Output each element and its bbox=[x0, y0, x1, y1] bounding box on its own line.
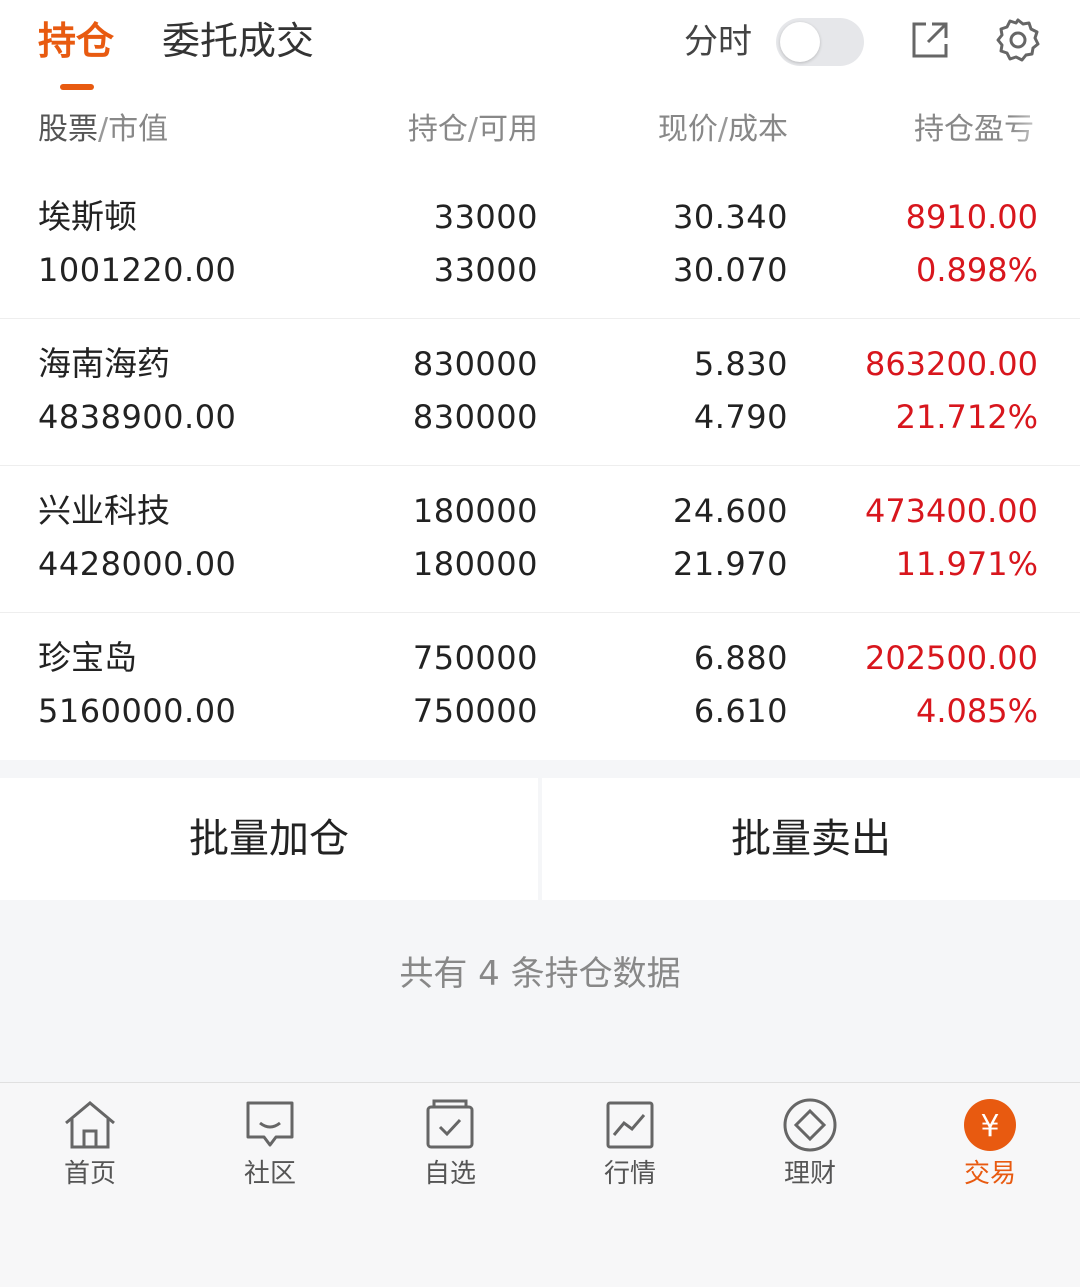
market-value: 1001220.00 bbox=[38, 251, 237, 289]
nav-label: 行情 bbox=[603, 1159, 656, 1189]
cost-price: 4.790 bbox=[693, 398, 788, 436]
holding-qty: 750000 bbox=[412, 639, 538, 677]
header-holding: 持仓 bbox=[407, 112, 468, 147]
position-row[interactable]: 埃斯顿 1001220.00 33000 33000 30.340 30.070… bbox=[0, 172, 1080, 319]
nav-trade[interactable]: ¥ 交易 bbox=[930, 1093, 1050, 1203]
cost-price: 30.070 bbox=[673, 251, 788, 289]
header-price: 现价 bbox=[657, 112, 718, 147]
position-row[interactable]: 兴业科技 4428000.00 180000 180000 24.600 21.… bbox=[0, 466, 1080, 613]
position-row[interactable]: 珍宝岛 5160000.00 750000 750000 6.880 6.610… bbox=[0, 613, 1080, 760]
header-available: 可用 bbox=[478, 112, 538, 147]
home-icon bbox=[65, 1101, 115, 1149]
settings-gear-icon[interactable] bbox=[994, 16, 1042, 64]
fenshi-label: 分时 bbox=[684, 22, 752, 62]
pnl-amount: 8910.00 bbox=[905, 198, 1038, 236]
header-holding-available[interactable]: 持仓/可用 bbox=[408, 110, 538, 150]
available-qty: 180000 bbox=[412, 545, 538, 583]
nav-watchlist[interactable]: 自选 bbox=[390, 1093, 510, 1203]
current-price: 5.830 bbox=[693, 345, 788, 383]
fenshi-toggle[interactable] bbox=[776, 18, 864, 66]
nav-wealth[interactable]: 理财 bbox=[750, 1093, 870, 1203]
column-header-row: 股票/市值 持仓/可用 现价/成本 持仓盈亏 bbox=[0, 96, 1080, 172]
diamond-icon bbox=[783, 1098, 837, 1152]
tab-active-indicator bbox=[60, 84, 94, 90]
header-stock-value[interactable]: 股票/市值 bbox=[38, 110, 168, 150]
stock-name: 海南海药 bbox=[38, 344, 170, 383]
cost-price: 21.970 bbox=[673, 545, 788, 583]
nav-label: 首页 bbox=[63, 1159, 116, 1189]
header-price-cost[interactable]: 现价/成本 bbox=[658, 110, 788, 150]
batch-sell-button[interactable]: 批量卖出 bbox=[542, 778, 1080, 900]
current-price: 30.340 bbox=[673, 198, 788, 236]
holding-qty: 180000 bbox=[412, 492, 538, 530]
stock-name: 埃斯顿 bbox=[38, 197, 137, 236]
stock-name: 珍宝岛 bbox=[38, 638, 137, 677]
chart-icon bbox=[606, 1101, 654, 1149]
batch-actions: 批量加仓 批量卖出 bbox=[0, 778, 1080, 900]
pnl-amount: 202500.00 bbox=[864, 639, 1038, 677]
toggle-knob bbox=[780, 22, 820, 62]
share-icon[interactable] bbox=[906, 16, 954, 64]
pnl-amount: 863200.00 bbox=[864, 345, 1038, 383]
stock-name: 兴业科技 bbox=[38, 491, 170, 530]
top-bar: 持仓 委托成交 分时 bbox=[0, 0, 1080, 96]
current-price: 24.600 bbox=[673, 492, 788, 530]
positions-summary: 共有 4 条持仓数据 bbox=[399, 954, 681, 994]
holding-qty: 33000 bbox=[433, 198, 538, 236]
header-stock: 股票 bbox=[38, 112, 98, 147]
position-row[interactable]: 海南海药 4838900.00 830000 830000 5.830 4.79… bbox=[0, 319, 1080, 466]
market-value: 4838900.00 bbox=[38, 398, 237, 436]
market-value: 5160000.00 bbox=[38, 692, 237, 730]
available-qty: 33000 bbox=[433, 251, 538, 289]
pnl-amount: 473400.00 bbox=[864, 492, 1038, 530]
header-fade bbox=[1010, 96, 1080, 172]
available-qty: 750000 bbox=[412, 692, 538, 730]
nav-label: 社区 bbox=[243, 1159, 296, 1189]
pnl-percent: 4.085% bbox=[915, 692, 1038, 730]
nav-market[interactable]: 行情 bbox=[570, 1093, 690, 1203]
available-qty: 830000 bbox=[412, 398, 538, 436]
bottom-nav: 首页 社区 自选 行情 理财 ¥ 交易 bbox=[0, 1082, 1080, 1287]
nav-home[interactable]: 首页 bbox=[30, 1093, 150, 1203]
current-price: 6.880 bbox=[693, 639, 788, 677]
tab-holdings[interactable]: 持仓 bbox=[38, 16, 114, 66]
yuan-icon: ¥ bbox=[964, 1099, 1016, 1151]
tab-orders[interactable]: 委托成交 bbox=[162, 16, 314, 66]
holding-qty: 830000 bbox=[412, 345, 538, 383]
batch-add-button[interactable]: 批量加仓 bbox=[0, 778, 538, 900]
pnl-percent: 21.712% bbox=[895, 398, 1038, 436]
nav-label: 交易 bbox=[963, 1159, 1016, 1189]
svg-text:¥: ¥ bbox=[980, 1109, 999, 1144]
pnl-percent: 11.971% bbox=[895, 545, 1038, 583]
watchlist-icon bbox=[426, 1099, 474, 1149]
positions-list: 埃斯顿 1001220.00 33000 33000 30.340 30.070… bbox=[0, 172, 1080, 760]
nav-community[interactable]: 社区 bbox=[210, 1093, 330, 1203]
nav-label: 自选 bbox=[423, 1159, 476, 1189]
header-cost: 成本 bbox=[728, 112, 788, 147]
market-value: 4428000.00 bbox=[38, 545, 237, 583]
chat-icon bbox=[246, 1101, 294, 1147]
pnl-percent: 0.898% bbox=[915, 251, 1038, 289]
nav-label: 理财 bbox=[783, 1159, 836, 1189]
cost-price: 6.610 bbox=[693, 692, 788, 730]
header-market-value: 市值 bbox=[108, 112, 169, 147]
